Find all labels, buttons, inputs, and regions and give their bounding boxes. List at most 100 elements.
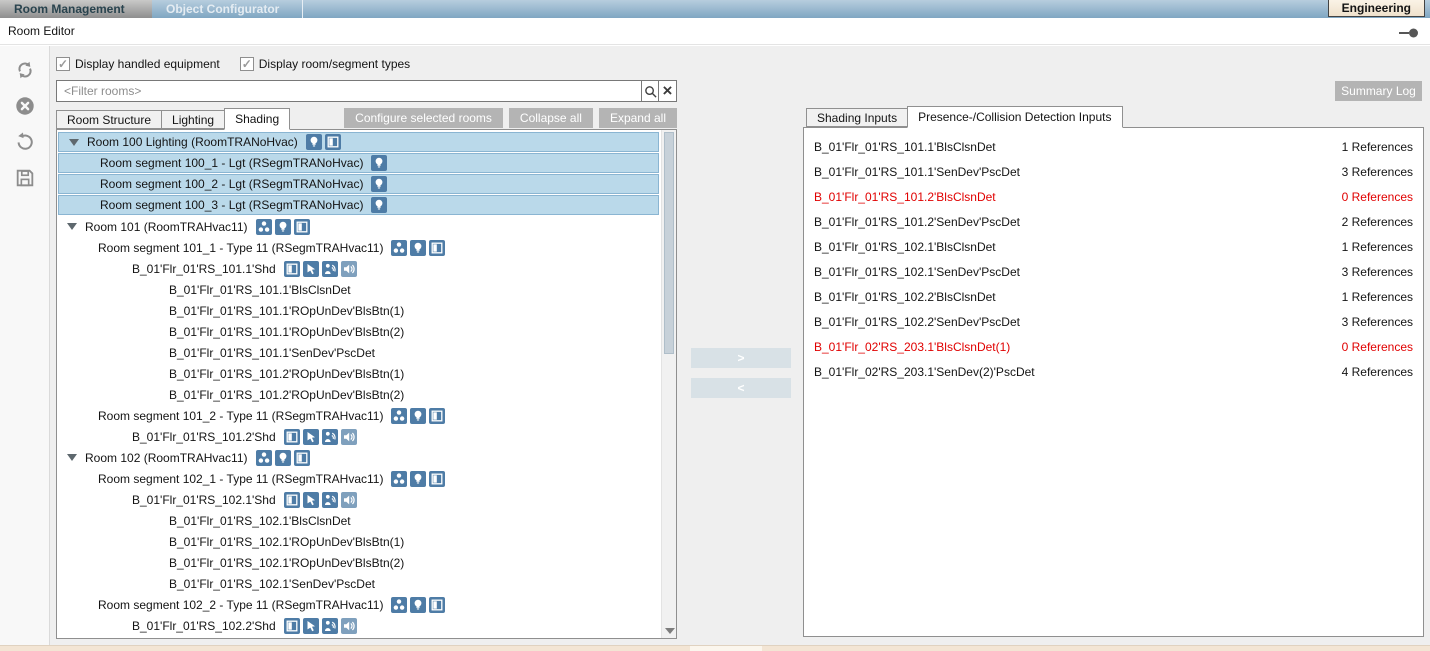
collapse-all-button[interactable]: Collapse all (509, 108, 593, 128)
reference-row[interactable]: B_01'Flr_01'RS_101.1'SenDev'PscDet3 Refe… (804, 159, 1423, 184)
tree-row-label: Room segment 101_2 - Type 11 (RSegmTRAHv… (98, 409, 383, 423)
tab-shading[interactable]: Shading (224, 108, 290, 130)
reference-row[interactable]: B_01'Flr_01'RS_102.2'SenDev'PscDet3 Refe… (804, 309, 1423, 334)
expand-arrow-icon[interactable] (69, 139, 79, 146)
tree-row[interactable]: B_01'Flr_01'RS_101.1'ROpUnDev'BlsBtn(1) (57, 300, 660, 321)
tree-row[interactable]: B_01'Flr_01'RS_102.1'SenDev'PscDet (57, 573, 660, 594)
tree-row[interactable]: B_01'Flr_01'RS_102.1'Shd (57, 489, 660, 510)
tree-row[interactable]: B_01'Flr_01'RS_101.2'ROpUnDev'BlsBtn(2) (57, 384, 660, 405)
tree-row[interactable]: B_01'Flr_01'RS_102.1'ROpUnDev'BlsBtn(2) (57, 552, 660, 573)
touch-icon (303, 618, 319, 634)
pin-icon[interactable] (1398, 27, 1420, 41)
filter-bar: × (56, 80, 677, 102)
expand-all-button[interactable]: Expand all (599, 108, 677, 128)
reference-row[interactable]: B_01'Flr_01'RS_101.1'BlsClsnDet1 Referen… (804, 134, 1423, 159)
tree-row-icons (306, 134, 341, 150)
reference-row[interactable]: B_01'Flr_01'RS_102.1'BlsClsnDet1 Referen… (804, 234, 1423, 259)
tree-row-label: B_01'Flr_01'RS_101.1'SenDev'PscDet (169, 346, 375, 360)
tree-row[interactable]: Room 100 Lighting (RoomTRANoHvac) (58, 132, 659, 152)
tree-row[interactable]: B_01'Flr_01'RS_102.2'BlsClsnDet (57, 636, 660, 639)
bulb-icon (371, 176, 387, 192)
reference-name: B_01'Flr_01'RS_101.2'SenDev'PscDet (814, 215, 1020, 229)
tree-row[interactable]: Room segment 101_2 - Type 11 (RSegmTRAHv… (57, 405, 660, 426)
tab-room-structure[interactable]: Room Structure (56, 110, 162, 129)
bulb-icon (371, 155, 387, 171)
reference-row[interactable]: B_01'Flr_01'RS_102.1'SenDev'PscDet3 Refe… (804, 259, 1423, 284)
tree-row[interactable]: B_01'Flr_01'RS_101.1'Shd (57, 258, 660, 279)
summary-log-button[interactable]: Summary Log (1335, 81, 1422, 101)
blind-icon (284, 261, 300, 277)
filter-rooms-input[interactable] (56, 80, 641, 102)
tree-row-label: B_01'Flr_01'RS_101.2'Shd (132, 430, 276, 444)
tree-row[interactable]: B_01'Flr_01'RS_101.2'ROpUnDev'BlsBtn(1) (57, 363, 660, 384)
scroll-down-icon[interactable] (665, 628, 675, 634)
expand-arrow-icon[interactable] (67, 454, 77, 461)
tree-row[interactable]: Room 102 (RoomTRAHvac11) (57, 447, 660, 468)
tree-row[interactable]: Room segment 100_2 - Lgt (RSegmTRANoHvac… (58, 174, 659, 194)
tree-row-label: B_01'Flr_01'RS_101.2'ROpUnDev'BlsBtn(2) (169, 388, 404, 402)
tree-row[interactable]: B_01'Flr_01'RS_101.1'BlsClsnDet (57, 279, 660, 300)
tree-row-label: B_01'Flr_01'RS_102.2'Shd (132, 619, 276, 633)
tree-row[interactable]: B_01'Flr_01'RS_101.1'SenDev'PscDet (57, 342, 660, 363)
reference-row[interactable]: B_01'Flr_01'RS_101.2'BlsClsnDet0 Referen… (804, 184, 1423, 209)
search-button[interactable] (641, 80, 658, 102)
tree-row-icons (391, 597, 445, 613)
tab-presence-collision-detection-inputs[interactable]: Presence-/Collision Detection Inputs (907, 106, 1122, 128)
tree-row-icons (371, 176, 387, 192)
tree-row[interactable]: Room segment 102_2 - Type 11 (RSegmTRAHv… (57, 594, 660, 615)
reference-name: B_01'Flr_02'RS_203.1'SenDev(2)'PscDet (814, 365, 1035, 379)
tab-shading-inputs[interactable]: Shading Inputs (806, 108, 908, 127)
speaker-icon (341, 261, 357, 277)
checkbox-display-room-segment-types[interactable]: ✓Display room/segment types (240, 57, 410, 71)
clear-filter-button[interactable]: × (658, 80, 677, 102)
tree-row[interactable]: Room segment 100_3 - Lgt (RSegmTRANoHvac… (58, 195, 659, 215)
tree-row-label: B_01'Flr_01'RS_102.1'Shd (132, 493, 276, 507)
bulb-icon (371, 197, 387, 213)
reference-row[interactable]: B_01'Flr_02'RS_203.1'SenDev(2)'PscDet4 R… (804, 359, 1423, 384)
tree-row[interactable]: Room segment 102_1 - Type 11 (RSegmTRAHv… (57, 468, 660, 489)
splitter-handle[interactable] (690, 646, 762, 651)
presence-icon (322, 492, 338, 508)
reference-name: B_01'Flr_01'RS_101.1'BlsClsnDet (814, 140, 996, 154)
expand-arrow-icon[interactable] (67, 223, 77, 230)
top-tab-room-management[interactable]: Room Management (0, 0, 152, 18)
top-tab-object-configurator[interactable]: Object Configurator (152, 0, 300, 18)
cancel-button[interactable] (11, 92, 39, 120)
tree-row[interactable]: B_01'Flr_01'RS_101.1'ROpUnDev'BlsBtn(2) (57, 321, 660, 342)
blind-icon (429, 408, 445, 424)
reference-count: 2 References (1342, 215, 1413, 229)
presence-icon (322, 429, 338, 445)
checkbox-display-handled-equipment[interactable]: ✓Display handled equipment (56, 57, 220, 71)
configure-selected-rooms-button[interactable]: Configure selected rooms (344, 108, 503, 128)
tree-row[interactable]: B_01'Flr_01'RS_101.2'Shd (57, 426, 660, 447)
tree-row[interactable]: B_01'Flr_01'RS_102.1'BlsClsnDet (57, 510, 660, 531)
touch-icon (303, 492, 319, 508)
blind-icon (284, 429, 300, 445)
move-right-button[interactable]: > (691, 348, 791, 368)
tree-row[interactable]: Room segment 100_1 - Lgt (RSegmTRANoHvac… (58, 153, 659, 173)
cancel-icon (14, 95, 36, 117)
engineering-button[interactable]: Engineering (1328, 0, 1425, 17)
tree-row-icons (256, 219, 310, 235)
tree-scrollbar[interactable] (661, 130, 676, 638)
refresh-button[interactable] (11, 56, 39, 84)
tree-row[interactable]: Room 101 (RoomTRAHvac11) (57, 216, 660, 237)
undo-button[interactable] (11, 128, 39, 156)
scrollbar-thumb[interactable] (664, 132, 674, 354)
bottom-splitter[interactable] (0, 645, 1430, 651)
move-left-button[interactable]: < (691, 378, 791, 398)
reference-name: B_01'Flr_02'RS_203.1'BlsClsnDet(1) (814, 340, 1010, 354)
tree-row[interactable]: Room segment 101_1 - Type 11 (RSegmTRAHv… (57, 237, 660, 258)
tree-row-label: Room segment 101_1 - Type 11 (RSegmTRAHv… (98, 241, 383, 255)
room-tree-section: ✓Display handled equipment ✓Display room/… (56, 54, 677, 639)
reference-row[interactable]: B_01'Flr_02'RS_203.1'BlsClsnDet(1)0 Refe… (804, 334, 1423, 359)
reference-row[interactable]: B_01'Flr_01'RS_102.2'BlsClsnDet1 Referen… (804, 284, 1423, 309)
reference-row[interactable]: B_01'Flr_01'RS_101.2'SenDev'PscDet 2 Refe… (804, 209, 1423, 234)
tab-lighting[interactable]: Lighting (161, 110, 225, 129)
tree-row-label: B_01'Flr_01'RS_102.1'SenDev'PscDet (169, 577, 375, 591)
tree-row[interactable]: B_01'Flr_01'RS_102.1'ROpUnDev'BlsBtn(1) (57, 531, 660, 552)
save-button[interactable] (11, 164, 39, 192)
tree-row[interactable]: B_01'Flr_01'RS_102.2'Shd (57, 615, 660, 636)
refresh-icon (14, 59, 36, 81)
tree-row-label: B_01'Flr_01'RS_101.1'ROpUnDev'BlsBtn(1) (169, 304, 404, 318)
